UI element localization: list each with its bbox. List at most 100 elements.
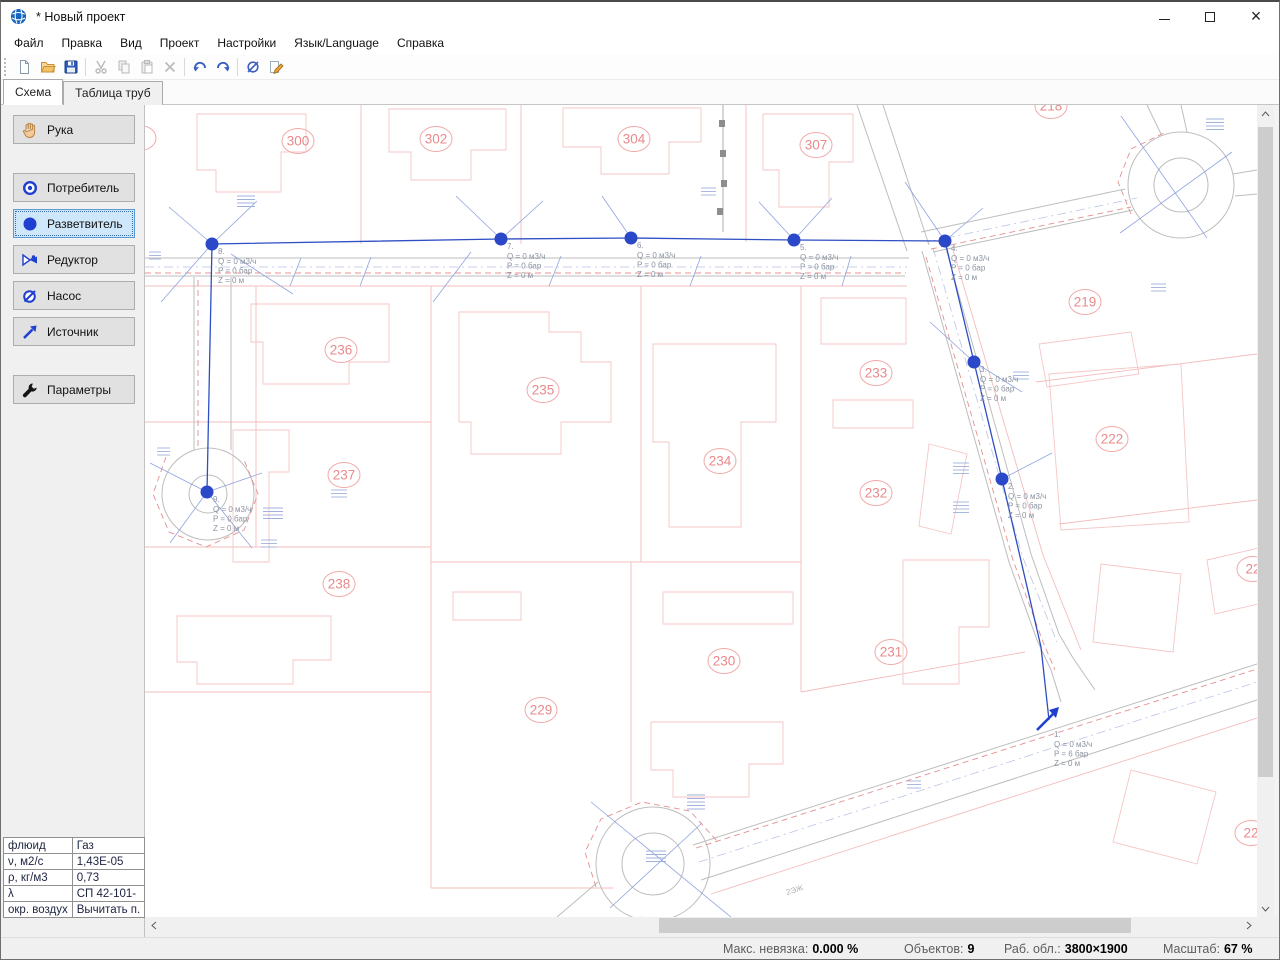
parcel-number: 300: [287, 134, 310, 149]
edit-button[interactable]: [264, 56, 287, 78]
building-outline: [232, 429, 290, 563]
tool-button-consumer[interactable]: Потребитель: [13, 173, 135, 202]
tool-button-hand[interactable]: Рука: [13, 115, 135, 144]
tab-pipe-table[interactable]: Таблица труб: [63, 81, 163, 105]
node-annotation: Z = 0 м: [218, 276, 244, 285]
diameter-button[interactable]: [241, 56, 264, 78]
menu-item-1[interactable]: Правка: [53, 33, 112, 53]
undo-button[interactable]: [188, 56, 211, 78]
redo-button[interactable]: [211, 56, 234, 78]
road-edge: [856, 105, 908, 252]
road-centerline: [698, 681, 1257, 863]
horizontal-scroll-thumb[interactable]: [659, 918, 1131, 933]
network-node[interactable]: [995, 472, 1009, 486]
existing-pipeline-dashed: [925, 256, 1056, 671]
parcel-number: 233: [865, 366, 888, 381]
utility-pole: [720, 150, 726, 157]
road-edge: [1146, 105, 1162, 135]
service-line: [289, 257, 302, 287]
tool-label: Редуктор: [47, 252, 98, 267]
menu-item-3[interactable]: Проект: [151, 33, 209, 53]
service-line: [432, 251, 472, 303]
parcel-number: 231: [880, 645, 903, 660]
maximize-button[interactable]: [1187, 2, 1233, 31]
property-value[interactable]: 0,73: [71, 869, 146, 886]
horizontal-scrollbar[interactable]: [145, 917, 1257, 934]
network-node[interactable]: [200, 485, 214, 499]
parcel-number: 230: [713, 654, 736, 669]
network-node[interactable]: [967, 355, 981, 369]
property-value[interactable]: 1,43E-05: [71, 853, 146, 870]
tab-schema[interactable]: Схема: [3, 79, 64, 105]
close-button[interactable]: ×: [1233, 2, 1279, 31]
menu-item-5[interactable]: Язык/Language: [285, 33, 388, 53]
parcel-number: 219: [1074, 295, 1097, 310]
building-outline: [388, 108, 507, 181]
road-edge: [882, 105, 930, 246]
tool-button-source[interactable]: Источник: [13, 317, 135, 346]
service-line: [929, 321, 975, 363]
map-canvas[interactable]: 8.Q = 0 м3/чP = 0 барZ = 0 м7.Q = 0 м3/ч…: [145, 105, 1257, 917]
network-node[interactable]: [787, 233, 801, 247]
existing-pipeline-dashed: [695, 668, 1257, 849]
building-outline: [762, 113, 854, 208]
property-value[interactable]: СП 42-101-: [71, 885, 146, 902]
network-node[interactable]: [938, 234, 952, 248]
building-outline: [1092, 563, 1182, 653]
tool-button-splitter[interactable]: Разветвитель: [13, 209, 135, 238]
drawing-canvas[interactable]: 8. Q = 0 м3/ч P = 0 бар Z = 0 м 7. Q = 0 м3/ч…: [145, 105, 1279, 937]
menu-item-0[interactable]: Файл: [5, 33, 53, 53]
scroll-left-arrow[interactable]: [145, 917, 162, 934]
tool-label: Источник: [47, 324, 99, 339]
property-name: флюид: [3, 837, 73, 854]
existing-pipeline-dashed: [930, 206, 1132, 250]
service-line: [1119, 151, 1233, 234]
minimize-button[interactable]: [1141, 2, 1187, 31]
delete-button[interactable]: [158, 56, 181, 78]
building-outline: [1048, 363, 1190, 531]
property-value[interactable]: Вычитать п.: [71, 901, 146, 918]
property-value[interactable]: Газ: [71, 837, 146, 854]
node-annotation: Z = 0 м: [637, 270, 663, 279]
save-button[interactable]: [59, 56, 82, 78]
parcel-boundary-line: [710, 717, 1257, 895]
menu-item-6[interactable]: Справка: [388, 33, 453, 53]
node-annotation: Q = 0 м3/ч: [1054, 740, 1092, 749]
property-row: ν, м2/с 1,43E-05: [3, 853, 146, 870]
scroll-down-arrow[interactable]: [1257, 900, 1274, 917]
node-number: 3.: [980, 365, 987, 374]
canvas-right-margin: [1274, 105, 1279, 937]
vertical-scroll-thumb[interactable]: [1258, 127, 1273, 777]
menu-item-4[interactable]: Настройки: [208, 33, 285, 53]
scroll-right-arrow[interactable]: [1240, 917, 1257, 934]
cut-button[interactable]: [89, 56, 112, 78]
service-line: [168, 206, 213, 245]
node-number: 6.: [637, 241, 644, 250]
menu-item-2[interactable]: Вид: [111, 33, 151, 53]
toolbar-separator: [85, 57, 86, 76]
tool-button-pump[interactable]: Насос: [13, 281, 135, 310]
parcel-number: 236: [330, 343, 353, 358]
road-edge: [1234, 193, 1257, 197]
paste-button[interactable]: [135, 56, 158, 78]
road-edge: [1072, 657, 1096, 691]
network-node[interactable]: [494, 232, 508, 246]
service-line: [944, 207, 984, 242]
property-name: окр. воздух: [3, 901, 73, 918]
tool-button-params[interactable]: Параметры: [13, 375, 135, 404]
network-node[interactable]: [624, 231, 638, 245]
node-annotation: Z = 0 м: [951, 273, 977, 282]
copy-button[interactable]: [112, 56, 135, 78]
new-file-button[interactable]: [13, 56, 36, 78]
open-folder-button[interactable]: [36, 56, 59, 78]
roundabout: [1153, 157, 1209, 213]
vertical-scrollbar[interactable]: [1257, 105, 1274, 917]
tool-panel: Рука Потребитель Разветвитель Редуктор Насос…: [1, 105, 145, 937]
network-node[interactable]: [205, 237, 219, 251]
scroll-up-arrow[interactable]: [1257, 105, 1274, 122]
parcel-number: 237: [333, 468, 356, 483]
source-arrow-icon[interactable]: [1036, 711, 1056, 731]
tool-button-reducer[interactable]: Редуктор: [13, 245, 135, 274]
node-annotation: Z = 0 м: [1008, 511, 1034, 520]
tool-label: Насос: [47, 288, 82, 303]
